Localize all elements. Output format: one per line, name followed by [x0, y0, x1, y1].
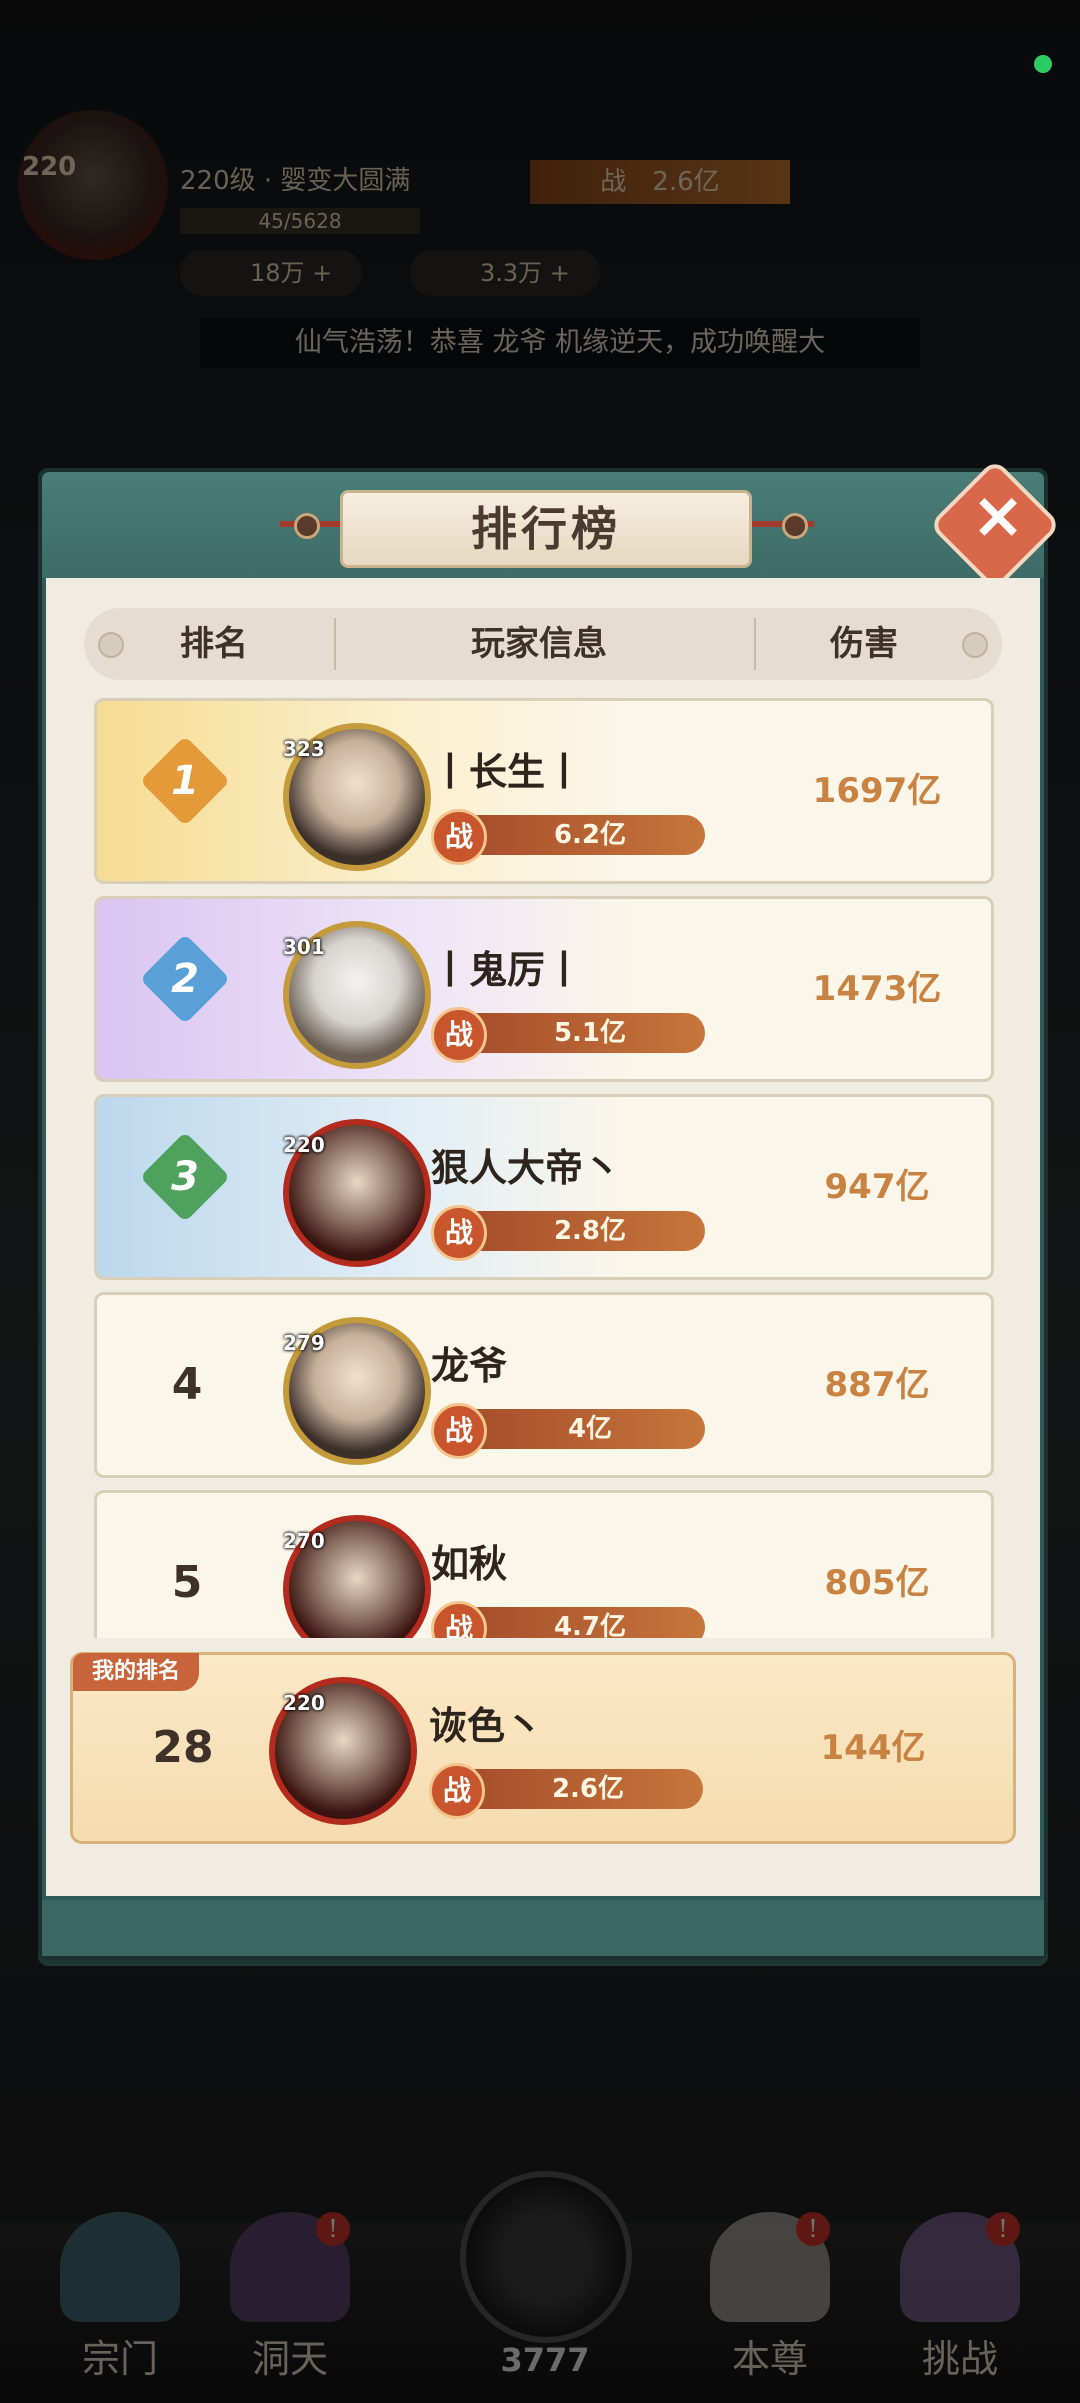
- damage-value: 805亿: [824, 1563, 930, 1603]
- rank-number: 4: [171, 1359, 203, 1410]
- gem-value: 18万: [250, 259, 305, 287]
- exp-bar: 45/5628: [180, 208, 420, 234]
- player-name: 丨鬼厉丨: [431, 947, 584, 992]
- knob-decor: [962, 632, 988, 658]
- rank-number: 3: [171, 1154, 199, 1200]
- currency-counter[interactable]: 3.3万 +: [410, 250, 600, 296]
- nav-sect-label: 宗门: [81, 2337, 158, 2381]
- close-icon[interactable]: ×: [966, 484, 1030, 548]
- col-rank: 排名: [180, 624, 248, 664]
- avatar-level: 301: [283, 935, 325, 959]
- power-icon: 战: [431, 1205, 487, 1261]
- ranking-row[interactable]: 4 279 龙爷 战 4亿 887亿: [94, 1292, 994, 1478]
- alert-badge-icon: !: [796, 2212, 830, 2246]
- power-icon: 战: [431, 1403, 487, 1459]
- power-icon: 战: [431, 1007, 487, 1063]
- alert-badge-icon: !: [316, 2212, 350, 2246]
- panel-header: 排行榜 ×: [42, 458, 1062, 592]
- hud-power: 战 2.6亿: [530, 160, 790, 204]
- status-dot: [1034, 55, 1052, 73]
- player-name: 如秋: [431, 1541, 508, 1586]
- sect-icon: [60, 2212, 180, 2322]
- nav-challenge[interactable]: 挑战 !: [870, 2212, 1050, 2383]
- ranking-row[interactable]: 1 323 丨长生丨 战 6.2亿 1697亿: [94, 698, 994, 884]
- announcement-banner: 仙气浩荡！恭喜 龙爷 机缘逆天，成功唤醒大: [200, 318, 920, 368]
- avatar-level: 270: [283, 1529, 325, 1553]
- center-count: 3777: [500, 2341, 590, 2379]
- my-rank-row[interactable]: 我的排名 28 220 诙色丶 战 2.6亿 144亿: [70, 1652, 1016, 1844]
- power-icon: 战: [429, 1763, 485, 1819]
- rope-knot: [782, 513, 808, 539]
- rope-knot: [294, 513, 320, 539]
- gem-counter[interactable]: 18万 +: [180, 250, 363, 296]
- damage-value: 1473亿: [812, 969, 942, 1009]
- my-player-power: 2.6亿: [453, 1769, 703, 1809]
- player-name: 狠人大帝丶: [431, 1145, 622, 1190]
- panel-title: 排行榜: [471, 502, 621, 556]
- power-icon: 战: [431, 809, 487, 865]
- player-level-badge: 220: [22, 152, 77, 182]
- currency-value: 3.3万: [480, 259, 543, 287]
- bottom-nav: 宗门 洞天 ! 3777 本尊 ! 挑战 !: [0, 2171, 1080, 2403]
- nav-challenge-label: 挑战: [921, 2337, 998, 2381]
- my-avatar-level: 220: [283, 1691, 325, 1715]
- rank-number: 5: [171, 1557, 203, 1608]
- col-player: 玩家信息: [471, 624, 607, 664]
- my-rank-number: 28: [152, 1722, 214, 1773]
- my-damage-value: 144亿: [820, 1728, 926, 1768]
- col-damage: 伤害: [830, 624, 898, 664]
- player-power: 5.1亿: [455, 1013, 705, 1053]
- player-name: 龙爷: [431, 1343, 508, 1388]
- divider: [754, 618, 756, 670]
- player-name: 丨长生丨: [431, 749, 584, 794]
- center-action-button[interactable]: [460, 2171, 632, 2343]
- player-power: 4亿: [455, 1409, 705, 1449]
- damage-value: 1697亿: [812, 771, 942, 811]
- panel-footer: [42, 1900, 1044, 1956]
- nav-cave[interactable]: 洞天 !: [200, 2212, 380, 2383]
- hud-power-value: 2.6亿: [652, 167, 720, 197]
- player-power: 4.7亿: [455, 1607, 705, 1638]
- nav-sect[interactable]: 宗门: [30, 2212, 210, 2383]
- ranking-row[interactable]: 3 220 狠人大帝丶 战 2.8亿 947亿: [94, 1094, 994, 1280]
- damage-value: 947亿: [824, 1167, 930, 1207]
- ranking-row[interactable]: 5 270 如秋 战 4.7亿 805亿: [94, 1490, 994, 1638]
- divider: [334, 618, 336, 670]
- my-player-name: 诙色丶: [429, 1703, 544, 1748]
- hud-power-label: 战: [600, 167, 627, 197]
- alert-badge-icon: !: [986, 2212, 1020, 2246]
- nav-self[interactable]: 本尊 !: [680, 2212, 860, 2383]
- player-avatar[interactable]: [18, 110, 168, 260]
- ranking-list[interactable]: 1 323 丨长生丨 战 6.2亿 1697亿 2 301 丨鬼厉丨 战 5.1…: [94, 698, 994, 1638]
- rank-number: 1: [171, 758, 199, 804]
- damage-value: 887亿: [824, 1365, 930, 1405]
- knob-decor: [98, 632, 124, 658]
- avatar-level: 220: [283, 1133, 325, 1157]
- ranking-row[interactable]: 2 301 丨鬼厉丨 战 5.1亿 1473亿: [94, 896, 994, 1082]
- nav-cave-label: 洞天: [251, 2337, 328, 2381]
- player-power: 6.2亿: [455, 815, 705, 855]
- nav-self-label: 本尊: [731, 2337, 808, 2381]
- player-power: 2.8亿: [455, 1211, 705, 1251]
- avatar-level: 323: [283, 737, 325, 761]
- avatar-level: 279: [283, 1331, 325, 1355]
- rank-number: 2: [171, 956, 199, 1002]
- title-plate: 排行榜: [340, 490, 752, 568]
- column-header: 排名 玩家信息 伤害: [84, 608, 1002, 680]
- player-level-title: 220级 · 婴变大圆满: [180, 166, 411, 196]
